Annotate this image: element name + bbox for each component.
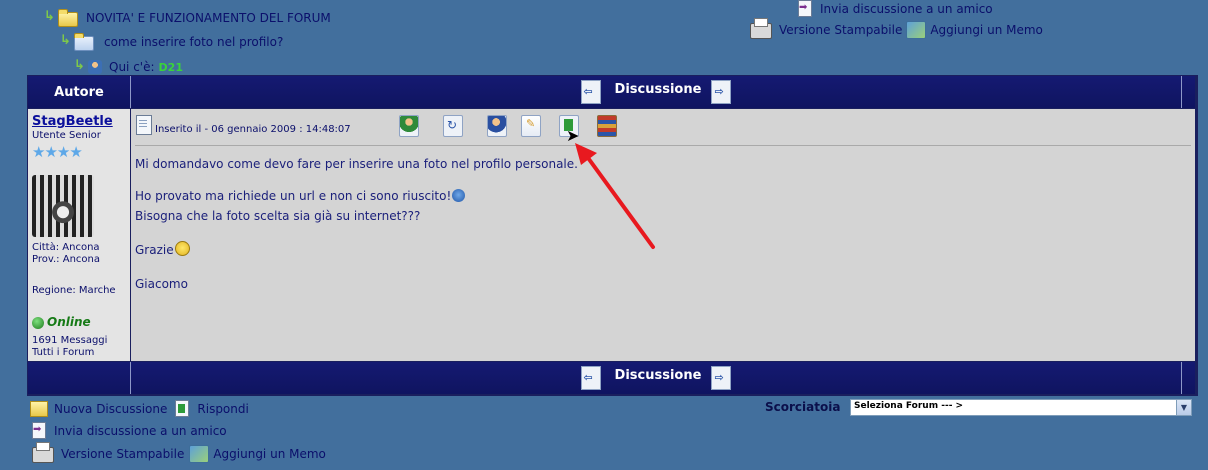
author-province: Prov.: Ancona bbox=[32, 254, 100, 265]
bottom-send-friend-link[interactable]: Invia discussione a un amico bbox=[54, 424, 227, 438]
shortcut-label: Scorciatoia bbox=[765, 400, 841, 414]
author-messages: 1691 Messaggi bbox=[32, 335, 108, 346]
author-header: Autore bbox=[54, 84, 104, 100]
folder-icon bbox=[58, 9, 78, 27]
post-line-2-text: Ho provato ma richiede un url e non ci s… bbox=[135, 189, 452, 203]
tree-branch-icon: ↳ bbox=[44, 9, 55, 24]
table-header: Autore ⇦ Discussione ⇨ bbox=[28, 76, 1195, 108]
post-line-3: Bisogna che la foto scelta sia già su in… bbox=[135, 209, 421, 223]
send-doc-icon bbox=[798, 0, 812, 17]
post-divider bbox=[135, 145, 1191, 146]
reply-icon[interactable]: ↻ bbox=[443, 115, 463, 137]
author-name[interactable]: StagBeetle bbox=[32, 114, 113, 129]
prev-arrow-icon[interactable]: ⇦ bbox=[580, 80, 601, 104]
post-line-2: Ho provato ma richiede un url e non ci s… bbox=[135, 189, 466, 203]
post-line-5: Giacomo bbox=[135, 277, 188, 291]
next-arrow-icon[interactable]: ⇨ bbox=[711, 366, 732, 390]
post-date: Inserito il - 06 gennaio 2009 : 14:48:07 bbox=[155, 124, 351, 135]
smiley-icon bbox=[174, 241, 190, 256]
printer-icon bbox=[750, 18, 772, 39]
forum-select[interactable]: Seleziona Forum --- > ▼ bbox=[850, 399, 1192, 416]
prev-arrow-icon[interactable]: ⇦ bbox=[580, 366, 601, 390]
online-status: Online bbox=[32, 315, 91, 329]
bottom-add-memo-link[interactable]: Aggiungi un Memo bbox=[213, 447, 326, 461]
post-panel: Inserito il - 06 gennaio 2009 : 14:48:07… bbox=[131, 109, 1195, 361]
footer-separator bbox=[1181, 362, 1182, 394]
header-separator bbox=[1181, 76, 1182, 108]
next-arrow-icon[interactable]: ⇨ bbox=[711, 80, 732, 104]
here-user[interactable]: D21 bbox=[159, 61, 183, 74]
printer-icon bbox=[32, 442, 54, 463]
breadcrumb-topic[interactable]: ↳ come inserire foto nel profilo? bbox=[60, 33, 283, 51]
bottom-send-friend[interactable]: Invia discussione a un amico bbox=[32, 422, 227, 439]
rank-stars: ★★★★ bbox=[32, 143, 83, 161]
discussion-footer: ⇦ Discussione ⇨ bbox=[131, 362, 1181, 394]
user-icon[interactable] bbox=[487, 115, 507, 137]
here-label: Qui c'è: bbox=[109, 60, 155, 74]
new-discussion[interactable]: Nuova Discussione Rispondi bbox=[30, 400, 249, 417]
table-footer: ⇦ Discussione ⇨ bbox=[28, 362, 1195, 394]
top-printable[interactable]: Versione Stampabile Aggiungi un Memo bbox=[750, 18, 1043, 39]
author-region: Regione: Marche bbox=[32, 285, 116, 296]
post-line-1: Mi domandavo come devo fare per inserire… bbox=[135, 157, 578, 171]
memo-icon bbox=[906, 20, 927, 39]
author-all-forums[interactable]: Tutti i Forum bbox=[32, 347, 94, 358]
tree-branch-icon: ↳ bbox=[74, 58, 85, 73]
memo-icon bbox=[189, 444, 210, 463]
top-send-friend[interactable]: Invia discussione a un amico bbox=[798, 0, 993, 17]
post-line-4-text: Grazie bbox=[135, 243, 174, 257]
discussion-title: Discussione bbox=[614, 81, 702, 97]
reply-link[interactable]: Rispondi bbox=[197, 402, 248, 416]
sad-smiley-icon bbox=[452, 189, 466, 202]
edit-icon[interactable]: ✎ bbox=[521, 115, 541, 137]
printable-link[interactable]: Versione Stampabile bbox=[779, 23, 902, 37]
chevron-down-icon[interactable]: ▼ bbox=[1176, 400, 1191, 415]
avatar bbox=[32, 175, 94, 237]
online-text: Online bbox=[47, 315, 91, 329]
post-doc-icon bbox=[136, 115, 152, 135]
breadcrumb-forum[interactable]: ↳ NOVITA' E FUNZIONAMENTO DEL FORUM bbox=[44, 9, 331, 27]
send-friend-link[interactable]: Invia discussione a un amico bbox=[820, 2, 993, 16]
users-icon bbox=[88, 60, 102, 74]
author-panel: StagBeetle Utente Senior ★★★★ Città: Anc… bbox=[28, 109, 130, 361]
annotation-arrow bbox=[575, 143, 655, 249]
profile-icon[interactable] bbox=[399, 115, 419, 137]
send-doc-icon bbox=[32, 422, 46, 439]
discussion-header: ⇦ Discussione ⇨ bbox=[131, 76, 1181, 108]
breadcrumb-forum-link[interactable]: NOVITA' E FUNZIONAMENTO DEL FORUM bbox=[86, 11, 331, 25]
topic-icon bbox=[74, 33, 94, 51]
books-icon[interactable] bbox=[597, 115, 617, 137]
new-discussion-link[interactable]: Nuova Discussione bbox=[54, 402, 167, 416]
post-line-4: Grazie bbox=[135, 241, 190, 257]
author-city: Città: Ancona bbox=[32, 242, 100, 253]
bottom-printable-link[interactable]: Versione Stampabile bbox=[61, 447, 184, 461]
bottom-printable[interactable]: Versione Stampabile Aggiungi un Memo bbox=[32, 442, 326, 463]
reply-doc-icon bbox=[175, 400, 190, 417]
online-icon bbox=[32, 316, 44, 329]
discussion-footer-title: Discussione bbox=[614, 367, 702, 383]
breadcrumb-here: ↳ Qui c'è: D21 bbox=[74, 58, 183, 76]
discussion-table: Autore ⇦ Discussione ⇨ StagBeetle Utente… bbox=[27, 75, 1198, 396]
author-rank: Utente Senior bbox=[32, 130, 101, 141]
breadcrumb-topic-link[interactable]: come inserire foto nel profilo? bbox=[104, 35, 283, 49]
new-topic-icon bbox=[30, 400, 48, 417]
tree-branch-icon: ↳ bbox=[60, 33, 71, 48]
forum-select-value: Seleziona Forum --- > bbox=[854, 401, 964, 411]
add-memo-link[interactable]: Aggiungi un Memo bbox=[930, 23, 1043, 37]
